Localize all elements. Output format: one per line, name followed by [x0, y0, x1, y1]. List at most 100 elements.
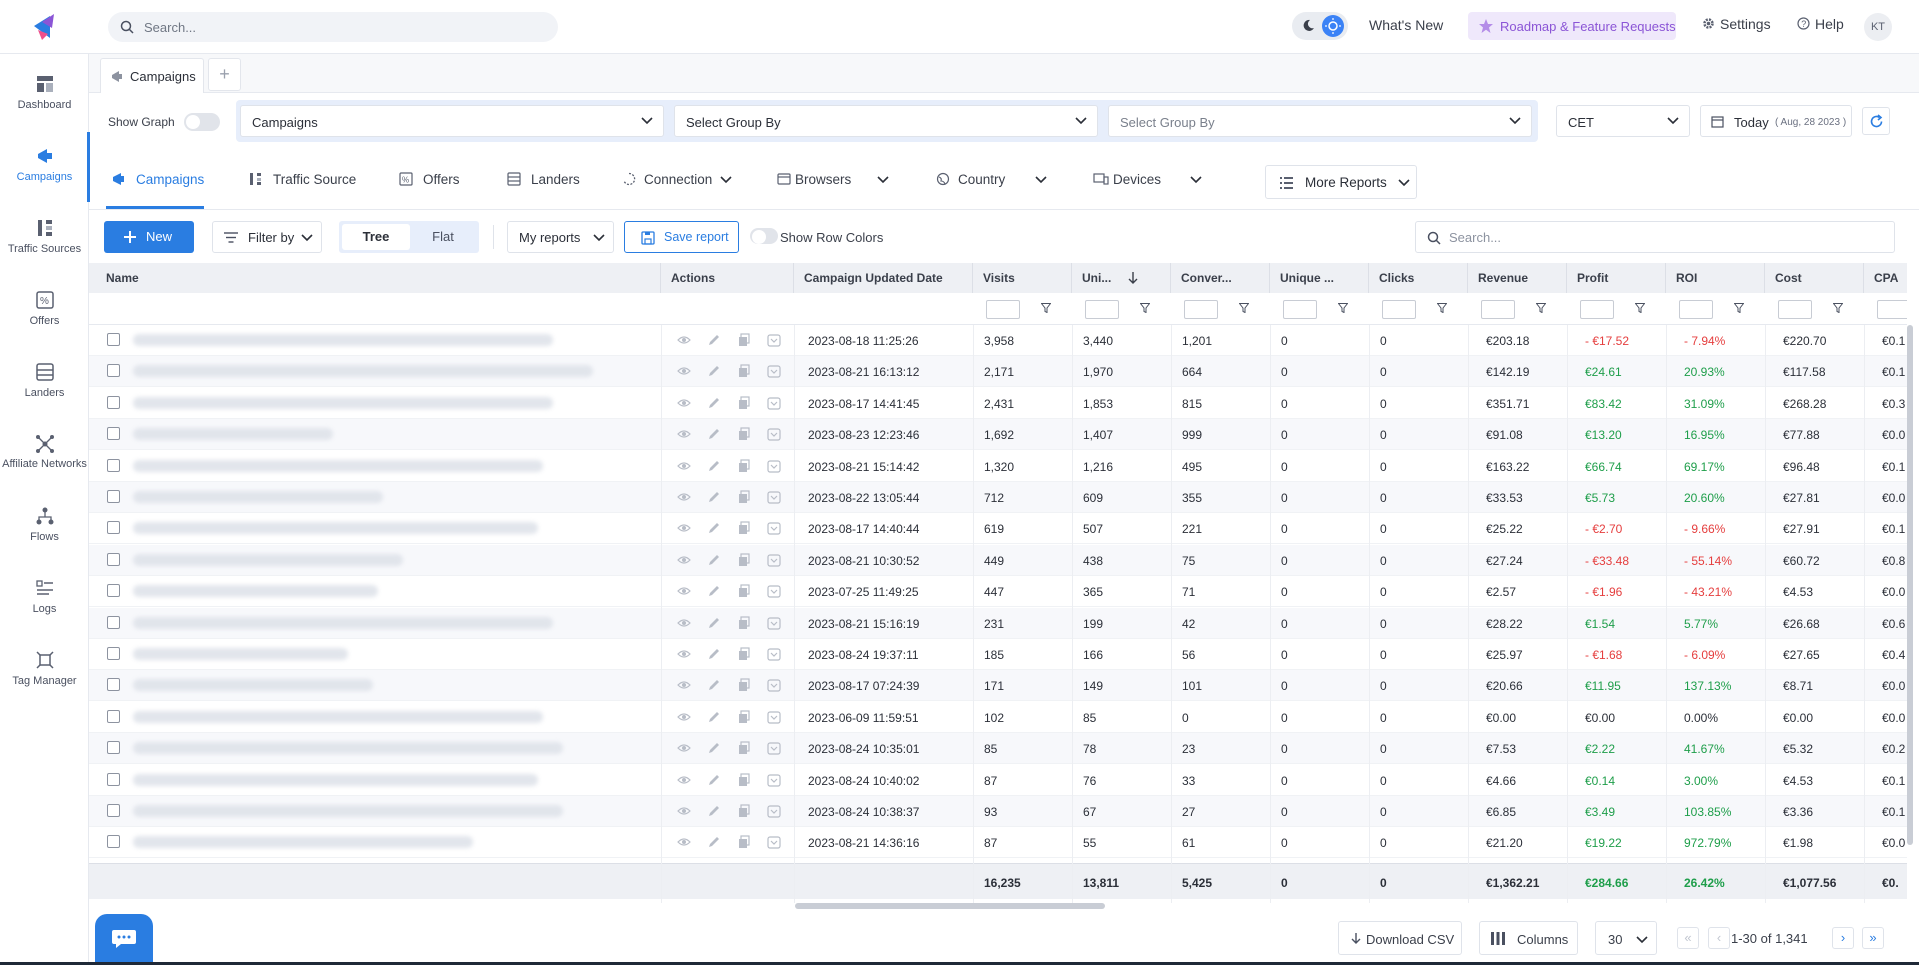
eye-icon[interactable] — [677, 459, 691, 473]
roadmap-button[interactable]: Roadmap & Feature Requests — [1468, 12, 1676, 40]
row-checkbox[interactable] — [107, 835, 120, 849]
eye-icon[interactable] — [677, 553, 691, 567]
campaign-name-redacted[interactable] — [133, 679, 373, 692]
column-filter-input[interactable] — [1679, 300, 1713, 319]
pencil-icon[interactable] — [707, 741, 721, 755]
pencil-icon[interactable] — [707, 616, 721, 630]
sidebar-item-traffic-sources[interactable]: Traffic Sources — [0, 204, 89, 274]
copy-icon[interactable] — [737, 490, 751, 504]
table-row[interactable]: 2023-08-22 13:05:44 712 609 355 0 0 €33.53 €5.7… — [89, 482, 1907, 513]
col-header-roi[interactable]: ROI — [1666, 263, 1765, 293]
table-row[interactable]: 2023-08-24 10:40:02 87 76 33 0 0 €4.66 €0.14 3.0… — [89, 765, 1907, 796]
pencil-icon[interactable] — [707, 333, 721, 347]
sidebar-item-campaigns[interactable]: Campaigns — [0, 132, 90, 202]
show-row-colors-toggle[interactable] — [750, 228, 778, 244]
pencil-icon[interactable] — [707, 459, 721, 473]
per-page-select[interactable]: 30 — [1595, 921, 1657, 955]
archive-icon[interactable] — [767, 553, 781, 567]
campaign-name-redacted[interactable] — [133, 648, 348, 660]
eye-icon[interactable] — [677, 364, 691, 378]
filter-by-button[interactable]: Filter by — [212, 221, 322, 253]
table-row[interactable]: 2023-06-09 11:59:51 102 85 0 0 0 €0.00 €0.00 0.0… — [89, 702, 1907, 733]
table-row[interactable]: 2023-08-21 10:30:52 449 438 75 0 0 €27.24 - €33… — [89, 544, 1907, 576]
campaign-name-redacted[interactable] — [133, 616, 553, 629]
sidebar-item-logs[interactable]: Logs — [0, 564, 89, 634]
row-checkbox[interactable] — [107, 741, 120, 755]
row-checkbox[interactable] — [107, 772, 120, 786]
copy-icon[interactable] — [737, 396, 751, 410]
table-row[interactable]: 2023-08-21 14:36:16 87 55 61 0 0 €21.20 €19.22 9… — [89, 827, 1907, 859]
table-row[interactable]: 2023-07-25 11:49:25 447 365 71 0 0 €2.57 - €1.9… — [89, 576, 1907, 608]
archive-icon[interactable] — [767, 584, 781, 598]
eye-icon[interactable] — [677, 616, 691, 630]
campaign-name-redacted[interactable] — [133, 553, 403, 566]
row-checkbox[interactable] — [107, 615, 120, 629]
group-by-select-3[interactable]: Select Group By — [1108, 105, 1532, 137]
filter-funnel-icon[interactable] — [1338, 303, 1348, 313]
campaign-name-redacted[interactable] — [133, 365, 593, 378]
more-reports-button[interactable]: More Reports — [1265, 165, 1417, 199]
pencil-icon[interactable] — [707, 427, 721, 441]
filter-funnel-icon[interactable] — [1140, 303, 1150, 313]
columns-button[interactable]: Columns — [1479, 921, 1578, 955]
col-header-updated-date[interactable]: Campaign Updated Date — [794, 263, 973, 293]
column-filter-input[interactable] — [1778, 300, 1812, 319]
pencil-icon[interactable] — [707, 364, 721, 378]
copy-icon[interactable] — [737, 741, 751, 755]
table-search-input[interactable]: Search... — [1415, 221, 1895, 253]
pencil-icon[interactable] — [707, 835, 721, 849]
copy-icon[interactable] — [737, 458, 751, 473]
pencil-icon[interactable] — [707, 773, 721, 787]
table-row[interactable]: 2023-08-17 14:41:45 2,431 1,853 815 0 0 €351.7… — [89, 388, 1907, 419]
pencil-icon[interactable] — [707, 521, 721, 535]
row-checkbox[interactable] — [107, 395, 120, 409]
pencil-icon[interactable] — [707, 804, 721, 818]
tree-view-button[interactable]: Tree — [342, 224, 410, 250]
group-by-select-1[interactable]: Campaigns — [240, 105, 664, 137]
column-filter-input[interactable] — [1877, 300, 1907, 319]
sidebar-item-affiliate-networks[interactable]: Affiliate Networks — [0, 420, 89, 490]
campaign-name-redacted[interactable] — [133, 585, 378, 598]
vertical-scrollbar[interactable] — [1907, 325, 1913, 845]
show-graph-toggle[interactable] — [184, 113, 220, 131]
col-header-name[interactable]: Name — [89, 263, 661, 293]
table-row[interactable]: 2023-08-24 19:37:11 185 166 56 0 0 €25.97 - €1.… — [89, 639, 1907, 670]
col-header-cost[interactable]: Cost — [1765, 263, 1864, 293]
row-checkbox[interactable] — [107, 709, 120, 723]
filter-funnel-icon[interactable] — [1833, 303, 1843, 313]
table-row[interactable]: 2023-08-18 11:25:26 3,958 3,440 1,201 0 0 €203… — [89, 325, 1907, 356]
eye-icon[interactable] — [677, 427, 691, 441]
column-filter-input[interactable] — [1481, 300, 1515, 319]
filter-funnel-icon[interactable] — [1041, 303, 1051, 313]
my-reports-button[interactable]: My reports — [507, 221, 614, 253]
eye-icon[interactable] — [677, 396, 691, 410]
archive-icon[interactable] — [767, 647, 781, 661]
horizontal-scrollbar[interactable] — [795, 903, 1105, 909]
pencil-icon[interactable] — [707, 710, 721, 724]
sidebar-item-flows[interactable]: Flows — [0, 492, 89, 562]
copy-icon[interactable] — [737, 804, 751, 818]
archive-icon[interactable] — [767, 804, 781, 818]
filter-funnel-icon[interactable] — [1635, 303, 1645, 313]
last-page-button[interactable]: » — [1862, 927, 1884, 949]
campaign-name-redacted[interactable] — [133, 459, 543, 472]
campaign-name-redacted[interactable] — [133, 773, 538, 786]
timezone-select[interactable]: CET — [1556, 105, 1690, 137]
copy-icon[interactable] — [737, 678, 751, 692]
archive-icon[interactable] — [767, 835, 781, 849]
column-filter-input[interactable] — [1580, 300, 1614, 319]
archive-icon[interactable] — [767, 773, 781, 787]
download-csv-button[interactable]: Download CSV — [1338, 921, 1462, 955]
column-filter-input[interactable] — [1085, 300, 1119, 319]
first-page-button[interactable]: « — [1677, 927, 1699, 949]
eye-icon[interactable] — [677, 835, 691, 849]
column-filter-input[interactable] — [1283, 300, 1317, 319]
user-avatar[interactable]: KT — [1864, 13, 1892, 41]
row-checkbox[interactable] — [107, 458, 120, 472]
eye-icon[interactable] — [677, 521, 691, 535]
next-page-button[interactable]: › — [1832, 927, 1854, 949]
table-row[interactable]: 2023-08-21 15:14:42 1,320 1,216 495 0 0 €163.2… — [89, 451, 1907, 482]
sidebar-item-offers[interactable]: % Offers — [0, 276, 89, 346]
copy-icon[interactable] — [737, 584, 751, 598]
column-filter-input[interactable] — [986, 300, 1020, 319]
